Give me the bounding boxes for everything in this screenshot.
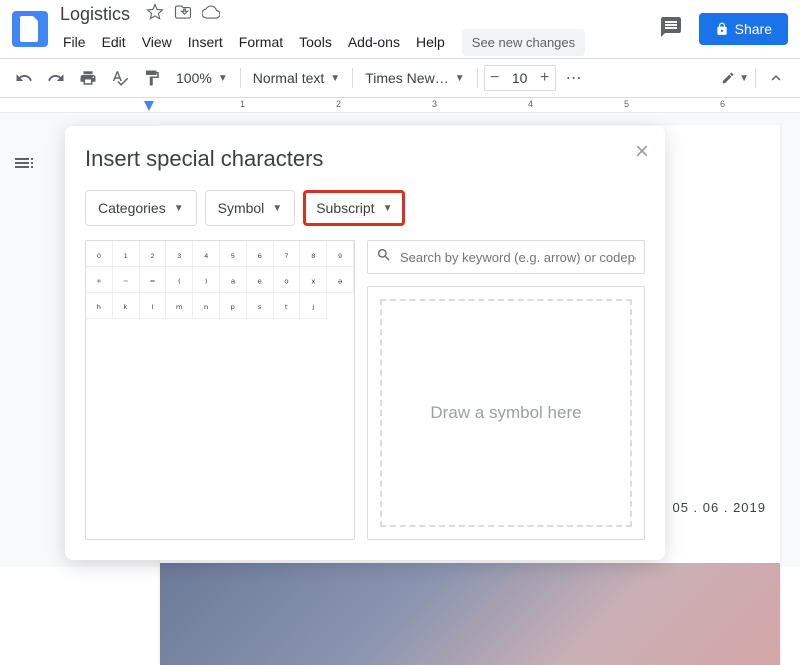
draw-box: Draw a symbol here (367, 286, 645, 540)
search-icon (376, 247, 392, 268)
dialog-title: Insert special characters (85, 146, 645, 172)
categories-select[interactable]: Categories ▼ (85, 190, 197, 226)
symbol-select[interactable]: Symbol ▼ (205, 190, 296, 226)
character-grid: ₀₁₂₃₄₅₆₇₈₉ ₊₋₌₍₎ₐₑₒₓₔ ₕₖₗₘₙₚₛₜⱼ (85, 240, 355, 540)
document-title[interactable]: Logistics (56, 2, 134, 27)
menu-edit[interactable]: Edit (95, 30, 133, 54)
char-cell[interactable]: ₊ (86, 267, 113, 293)
collapse-icon[interactable] (762, 64, 790, 92)
print-icon[interactable] (74, 64, 102, 92)
editing-mode-icon[interactable]: ▼ (721, 64, 749, 92)
char-cell[interactable]: ₐ (220, 267, 247, 293)
char-cell[interactable]: ₃ (166, 241, 193, 267)
draw-hint: Draw a symbol here (430, 403, 581, 423)
more-icon[interactable]: ⋯ (560, 64, 588, 92)
menu-help[interactable]: Help (409, 30, 452, 54)
document-image[interactable] (160, 563, 780, 665)
menu-view[interactable]: View (135, 30, 179, 54)
chevron-down-icon: ▼ (272, 203, 282, 214)
menu-addons[interactable]: Add-ons (341, 30, 407, 54)
char-cell[interactable]: ₋ (113, 267, 140, 293)
chevron-down-icon: ▼ (383, 203, 393, 214)
font-size-increase[interactable]: + (535, 66, 555, 90)
paint-format-icon[interactable] (138, 64, 166, 92)
char-cell[interactable]: ₄ (193, 241, 220, 267)
char-cell[interactable]: ⱼ (300, 293, 327, 319)
menubar: File Edit View Insert Format Tools Add-o… (56, 29, 659, 56)
cloud-icon[interactable] (202, 3, 220, 26)
font-size-control: − 10 + (484, 65, 556, 91)
char-cell[interactable]: ₈ (300, 241, 327, 267)
char-cell[interactable]: ₜ (274, 293, 301, 319)
paragraph-style-select[interactable]: Normal text ▼ (247, 66, 346, 90)
menu-format[interactable]: Format (232, 30, 290, 54)
char-cell[interactable]: ₓ (300, 267, 327, 293)
char-cell[interactable]: ₚ (220, 293, 247, 319)
outline-icon[interactable] (12, 151, 36, 175)
char-cell[interactable]: ₕ (86, 293, 113, 319)
close-icon[interactable]: × (635, 138, 649, 166)
see-new-changes[interactable]: See new changes (462, 29, 585, 56)
char-cell[interactable]: ₔ (327, 267, 354, 293)
menu-tools[interactable]: Tools (292, 30, 339, 54)
ruler: 1 2 3 4 5 6 (0, 98, 800, 113)
char-cell[interactable]: ₌ (140, 267, 167, 293)
toolbar: 100% ▼ Normal text ▼ Times New… ▼ − 10 +… (0, 58, 800, 98)
chevron-down-icon: ▼ (218, 73, 228, 84)
char-cell[interactable]: ₗ (140, 293, 167, 319)
insert-special-characters-dialog: Insert special characters × Categories ▼… (65, 126, 665, 560)
indent-marker[interactable] (144, 101, 154, 111)
chevron-down-icon: ▼ (455, 73, 465, 84)
char-cell[interactable]: ₑ (247, 267, 274, 293)
char-cell[interactable]: ₉ (327, 241, 354, 267)
char-cell[interactable]: ₍ (166, 267, 193, 293)
docs-logo-icon[interactable] (12, 11, 48, 47)
search-input[interactable] (400, 250, 636, 265)
char-cell[interactable]: ₙ (193, 293, 220, 319)
document-date: 05 . 06 . 2019 (672, 500, 766, 515)
char-cell[interactable]: ₖ (113, 293, 140, 319)
redo-icon[interactable] (42, 64, 70, 92)
font-size-decrease[interactable]: − (485, 66, 505, 90)
char-cell[interactable]: ₛ (247, 293, 274, 319)
chevron-down-icon: ▼ (174, 203, 184, 214)
menu-file[interactable]: File (56, 30, 93, 54)
menu-insert[interactable]: Insert (181, 30, 230, 54)
char-cell[interactable]: ₘ (166, 293, 193, 319)
char-cell[interactable]: ₁ (113, 241, 140, 267)
spellcheck-icon[interactable] (106, 64, 134, 92)
char-cell[interactable]: ₀ (86, 241, 113, 267)
char-cell[interactable]: ₆ (247, 241, 274, 267)
font-family-select[interactable]: Times New… ▼ (359, 66, 470, 90)
char-cell[interactable]: ₂ (140, 241, 167, 267)
search-box (367, 240, 645, 274)
zoom-select[interactable]: 100% ▼ (170, 66, 234, 90)
move-icon[interactable] (174, 3, 192, 26)
char-cell[interactable]: ₇ (274, 241, 301, 267)
undo-icon[interactable] (10, 64, 38, 92)
chevron-down-icon: ▼ (330, 73, 340, 84)
font-size-value[interactable]: 10 (505, 70, 535, 86)
comments-icon[interactable] (659, 15, 683, 44)
char-cell[interactable]: ₅ (220, 241, 247, 267)
subscript-select[interactable]: Subscript ▼ (303, 190, 405, 226)
share-button[interactable]: Share (699, 13, 788, 45)
char-cell[interactable]: ₎ (193, 267, 220, 293)
char-cell[interactable]: ₒ (274, 267, 301, 293)
star-icon[interactable] (146, 3, 164, 26)
